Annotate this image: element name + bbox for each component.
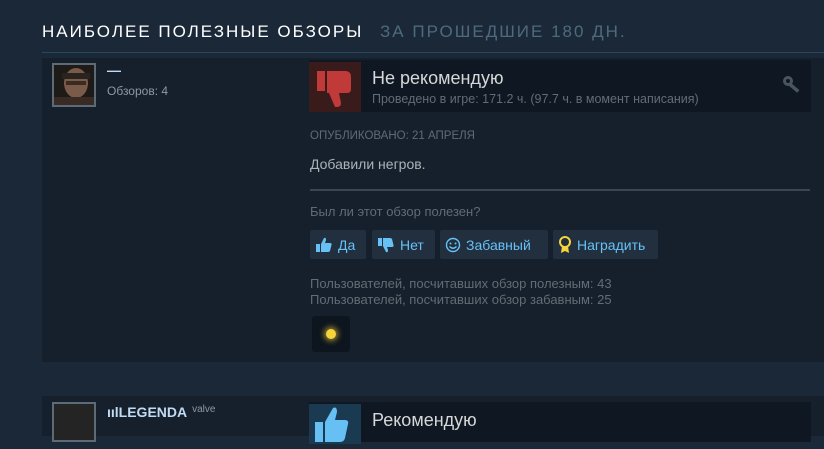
section-subtitle: за прошедшие 180 дн. [380,22,627,41]
vote-header: Рекомендую [309,402,811,444]
header-divider [42,52,824,53]
thumbs-up-icon [315,237,333,253]
received-award[interactable] [312,316,350,352]
award-glow-icon [326,329,336,339]
vote-yes-label: Да [338,236,356,253]
avatar[interactable] [52,402,96,442]
vote-no-label: Нет [400,236,424,253]
award-button[interactable]: Наградить [553,230,658,259]
playtime: Проведено в игре: 171.2 ч. (97.7 ч. в мо… [372,92,699,106]
avatar[interactable] [52,63,96,107]
thumb-down-box [309,62,361,112]
review-stats: Пользователей, посчитавших обзор полезны… [310,276,612,308]
review-card: — Обзоров: 4 Не рекомендую Проведено в и… [42,58,824,362]
award-icon [558,235,572,254]
review-card: ıılLEGENDA valve Рекомендую [42,396,824,444]
author-review-count[interactable]: Обзоров: 4 [107,84,168,98]
review-divider [310,189,810,191]
vote-yes-button[interactable]: Да [310,230,366,259]
vote-no-button[interactable]: Нет [372,230,435,259]
vote-funny-button[interactable]: Забавный [440,230,548,259]
section-title: Наиболее полезные обзоры [42,22,364,41]
thumb-up-box [309,404,361,444]
key-icon [781,74,803,101]
vote-funny-label: Забавный [466,236,531,253]
review-text: Добавили негров. [310,156,426,172]
helpful-question: Был ли этот обзор полезен? [310,204,481,219]
smile-icon [445,237,461,253]
vote-header: Не рекомендую Проведено в игре: 171.2 ч.… [309,60,811,112]
author-name[interactable]: — [107,62,121,78]
review-verdict[interactable]: Не рекомендую [372,68,503,89]
section-header: Наиболее полезные обзоры за прошедшие 18… [42,22,627,42]
thumb-down-icon [317,71,351,107]
thumbs-down-icon [377,237,395,253]
posted-date: Опубликовано: 21 апреля [310,130,475,142]
author-tag: valve [192,404,216,415]
thumb-up-icon [315,407,349,442]
helpful-count: Пользователей, посчитавших обзор полезны… [310,276,612,291]
funny-count: Пользователей, посчитавших обзор забавны… [310,292,612,307]
award-label: Наградить [577,236,646,253]
review-verdict[interactable]: Рекомендую [372,410,477,431]
